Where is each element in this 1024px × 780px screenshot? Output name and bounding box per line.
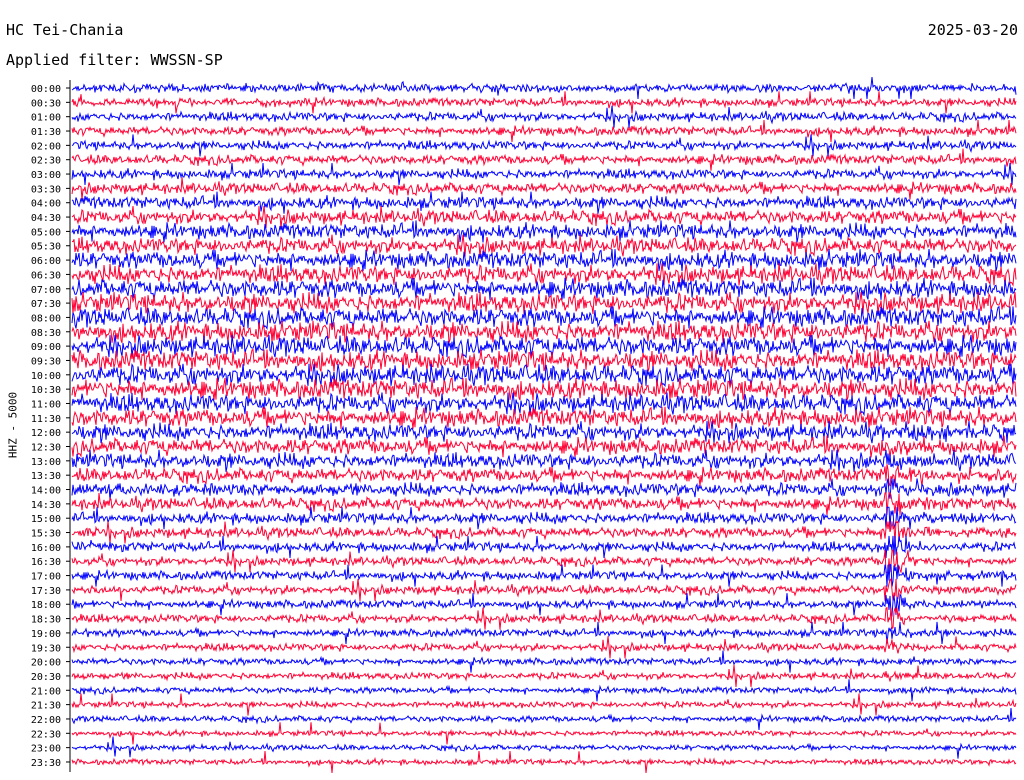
seismic-trace xyxy=(71,506,1017,530)
row-time-label: 18:00 xyxy=(31,600,61,611)
seismic-trace xyxy=(71,105,1017,128)
row-time-label: 16:30 xyxy=(31,557,61,568)
seismic-trace xyxy=(71,722,1017,745)
seismic-trace xyxy=(71,263,1017,287)
row-time-label: 11:00 xyxy=(31,399,61,410)
row-time-label: 17:30 xyxy=(31,586,61,597)
seismic-trace xyxy=(71,277,1017,300)
seismic-trace xyxy=(71,449,1017,472)
seismic-trace xyxy=(71,206,1017,229)
row-time-label: 02:00 xyxy=(31,141,61,152)
seismic-trace xyxy=(71,76,1017,100)
row-time-label: 04:30 xyxy=(31,213,61,224)
seismic-trace xyxy=(71,464,1017,487)
row-time-label: 14:30 xyxy=(31,500,61,511)
row-time-label: 11:30 xyxy=(31,414,61,425)
row-time-label: 20:00 xyxy=(31,658,61,669)
seismic-trace xyxy=(71,564,1017,587)
seismic-trace xyxy=(71,535,1017,558)
seismic-trace xyxy=(71,707,1017,731)
row-time-label: 03:30 xyxy=(31,184,61,195)
row-time-label: 18:30 xyxy=(31,615,61,626)
row-time-label: 04:00 xyxy=(31,199,61,210)
seismic-trace xyxy=(71,664,1017,687)
row-time-label: 12:00 xyxy=(31,428,61,439)
row-time-label: 00:30 xyxy=(31,98,61,109)
row-time-label: 23:30 xyxy=(31,758,61,769)
row-time-label: 05:30 xyxy=(31,242,61,253)
row-time-label: 21:30 xyxy=(31,701,61,712)
seismic-trace xyxy=(71,191,1017,214)
seismic-trace xyxy=(71,134,1017,157)
row-time-label: 01:00 xyxy=(31,113,61,124)
row-time-label: 01:30 xyxy=(31,127,61,138)
seismic-trace xyxy=(71,520,1017,544)
seismic-trace xyxy=(71,91,1017,114)
row-time-label: 03:00 xyxy=(31,170,61,181)
row-time-label: 20:30 xyxy=(31,672,61,683)
row-time-label: 21:00 xyxy=(31,686,61,697)
row-time-label: 06:00 xyxy=(31,256,61,267)
row-time-label: 05:00 xyxy=(31,227,61,238)
row-time-label: 16:00 xyxy=(31,543,61,554)
row-time-label: 12:30 xyxy=(31,443,61,454)
row-time-label: 15:00 xyxy=(31,514,61,525)
row-time-label: 09:00 xyxy=(31,342,61,353)
seismic-trace xyxy=(71,606,1017,630)
seismic-trace xyxy=(71,162,1017,186)
seismic-trace xyxy=(71,148,1017,171)
row-time-label: 02:30 xyxy=(31,156,61,167)
row-time-label: 07:00 xyxy=(31,285,61,296)
row-time-label: 13:00 xyxy=(31,457,61,468)
row-time-label: 14:00 xyxy=(31,486,61,497)
row-time-label: 06:30 xyxy=(31,270,61,281)
seismic-trace xyxy=(71,621,1017,644)
row-time-label: 08:30 xyxy=(31,328,61,339)
seismic-trace xyxy=(71,435,1017,458)
row-time-label: 08:00 xyxy=(31,313,61,324)
helicorder-plot: 00:00 00:30 01:00 01:30 02:00 02:30 03:00 03:30… xyxy=(31,76,1017,774)
row-time-label: 17:00 xyxy=(31,572,61,583)
seismic-trace xyxy=(71,492,1017,515)
row-time-label: 09:30 xyxy=(31,356,61,367)
row-time-label: 22:30 xyxy=(31,729,61,740)
seismic-trace xyxy=(71,119,1017,143)
seismic-trace xyxy=(71,577,1017,601)
row-time-label: 22:00 xyxy=(31,715,61,726)
seismic-trace xyxy=(71,636,1017,659)
seismic-trace xyxy=(71,650,1017,673)
seismic-trace xyxy=(71,750,1017,774)
seismic-trace xyxy=(71,592,1017,618)
row-time-label: 07:30 xyxy=(31,299,61,310)
seismic-trace xyxy=(71,736,1017,759)
seismic-trace xyxy=(71,679,1017,702)
row-time-label: 10:30 xyxy=(31,385,61,396)
row-time-label: 19:30 xyxy=(31,643,61,654)
seismic-trace xyxy=(71,693,1017,716)
row-time-label: 15:30 xyxy=(31,529,61,540)
row-time-label: 13:30 xyxy=(31,471,61,482)
seismic-trace xyxy=(71,478,1017,501)
row-time-label: 00:00 xyxy=(31,84,61,95)
seismic-trace xyxy=(71,305,1017,330)
row-time-label: 19:00 xyxy=(31,629,61,640)
seismic-trace xyxy=(71,549,1017,575)
row-time-label: 10:00 xyxy=(31,371,61,382)
row-time-label: 23:00 xyxy=(31,744,61,755)
seismic-trace xyxy=(71,291,1017,315)
